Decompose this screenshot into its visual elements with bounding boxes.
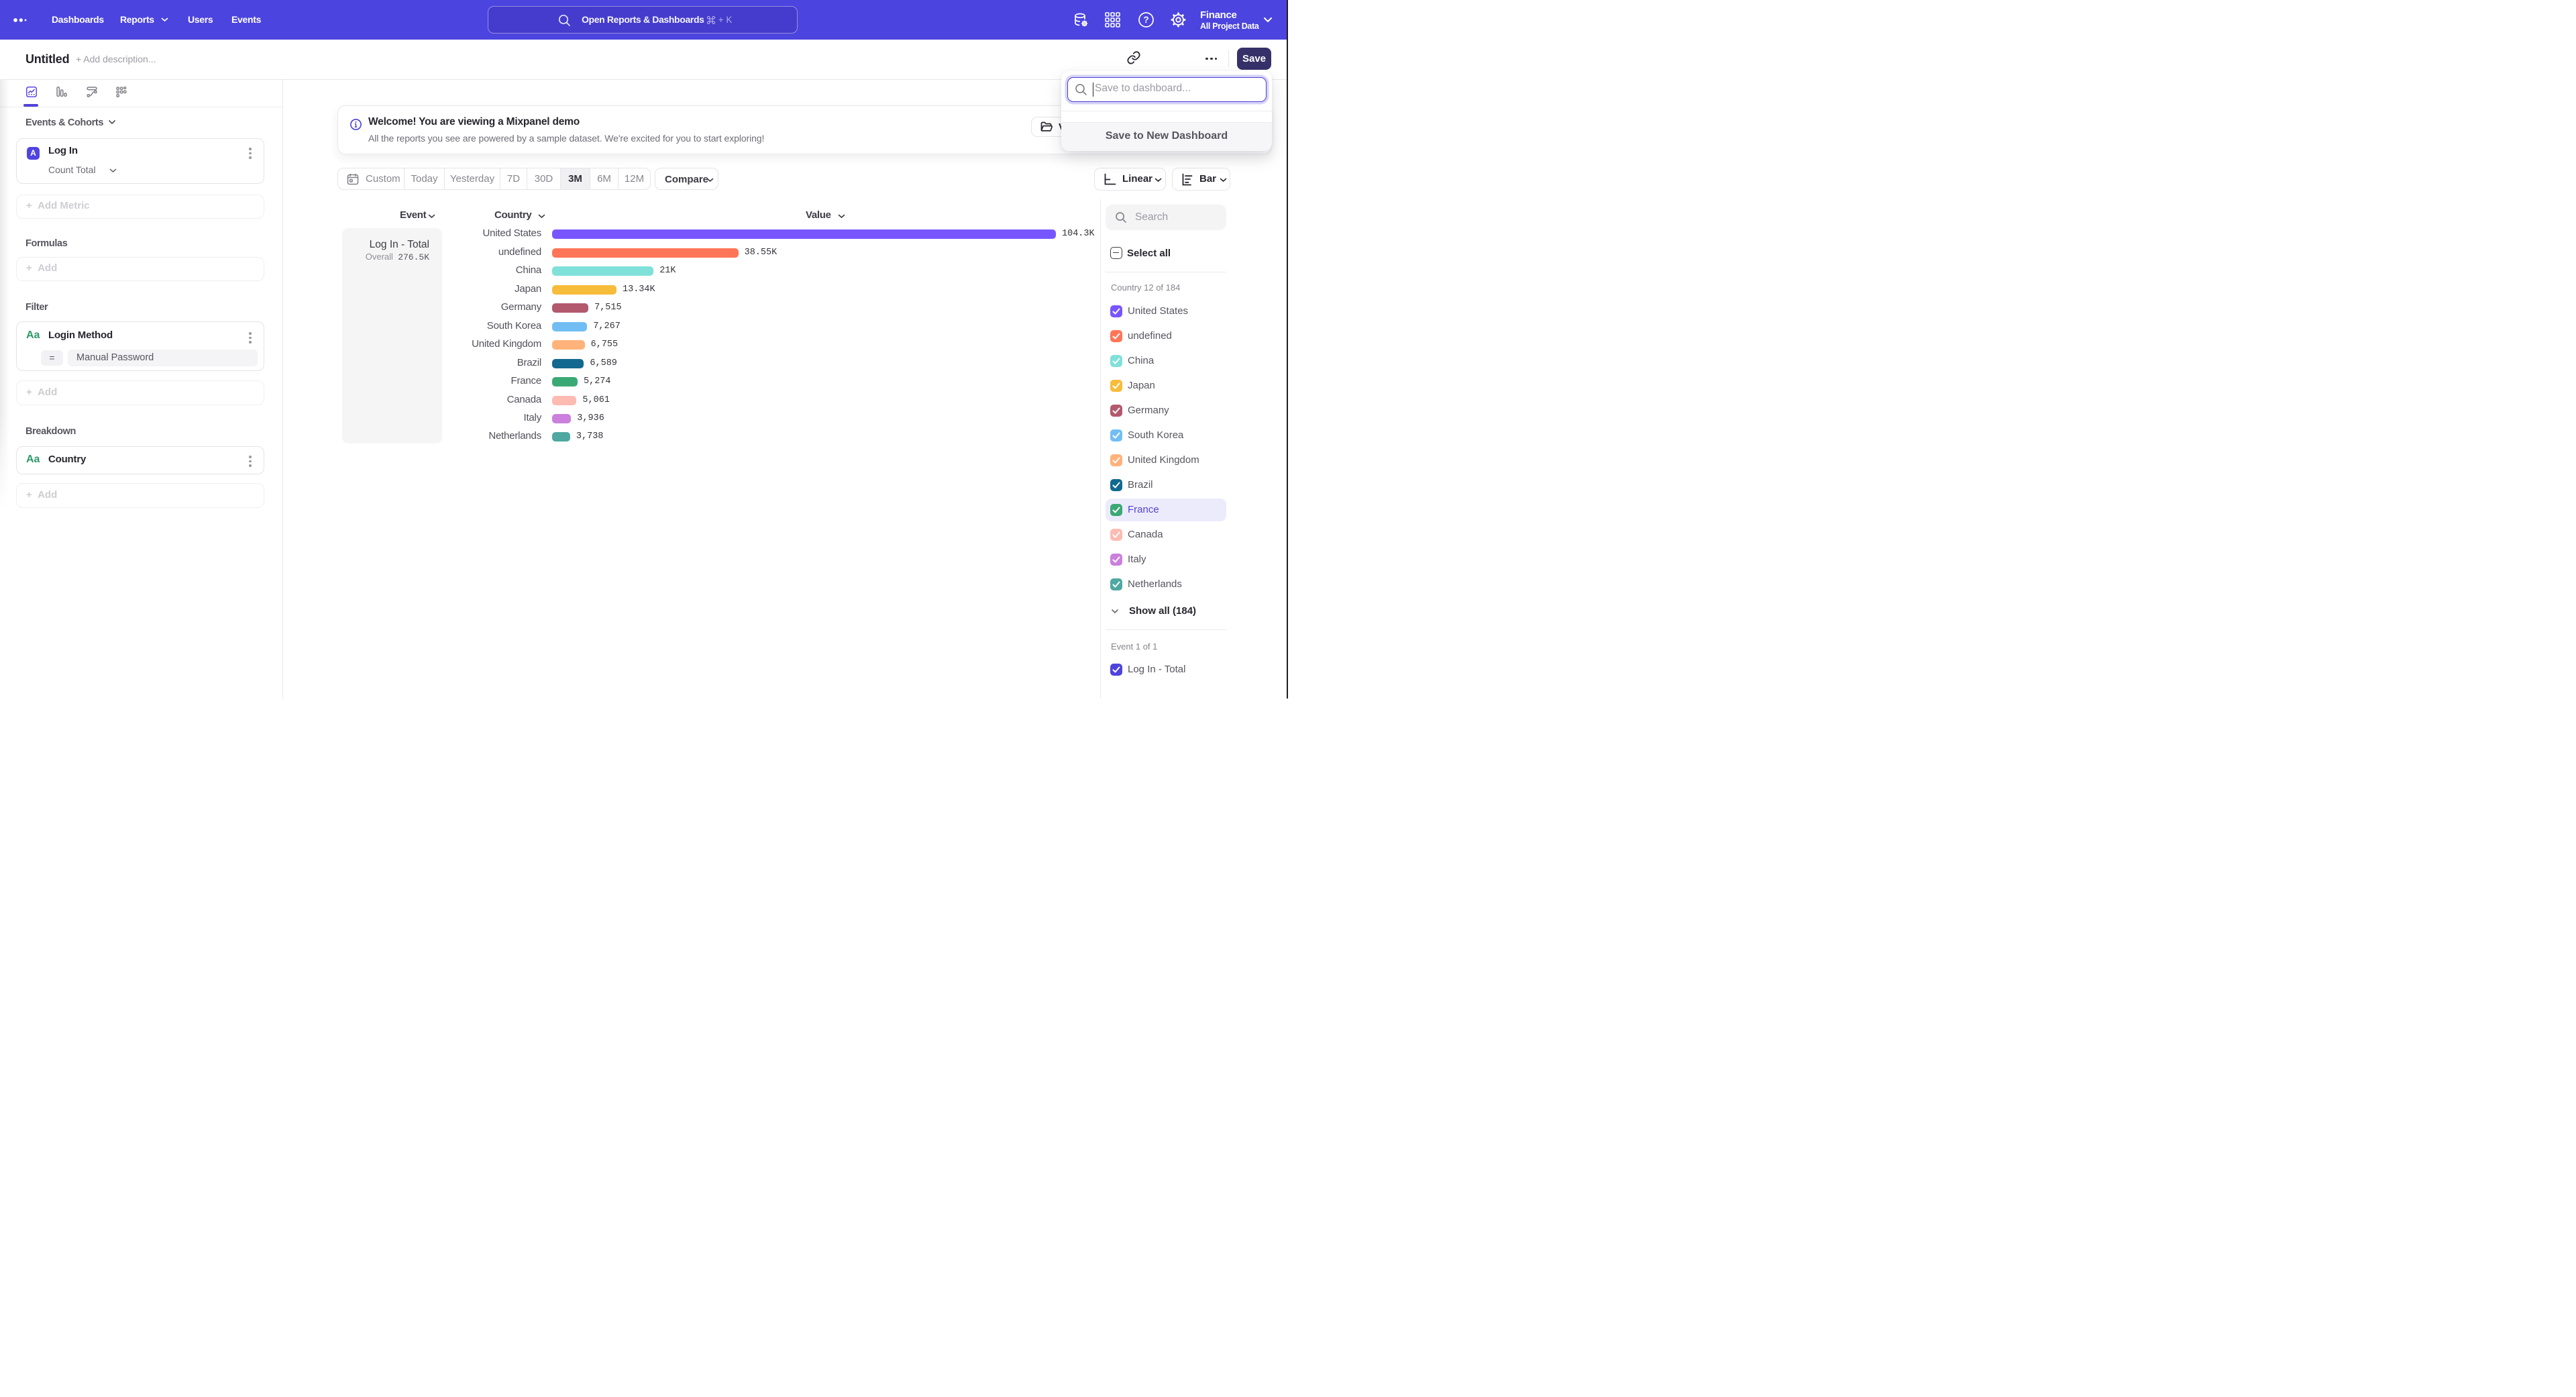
svg-text:?: ?	[1143, 15, 1148, 25]
